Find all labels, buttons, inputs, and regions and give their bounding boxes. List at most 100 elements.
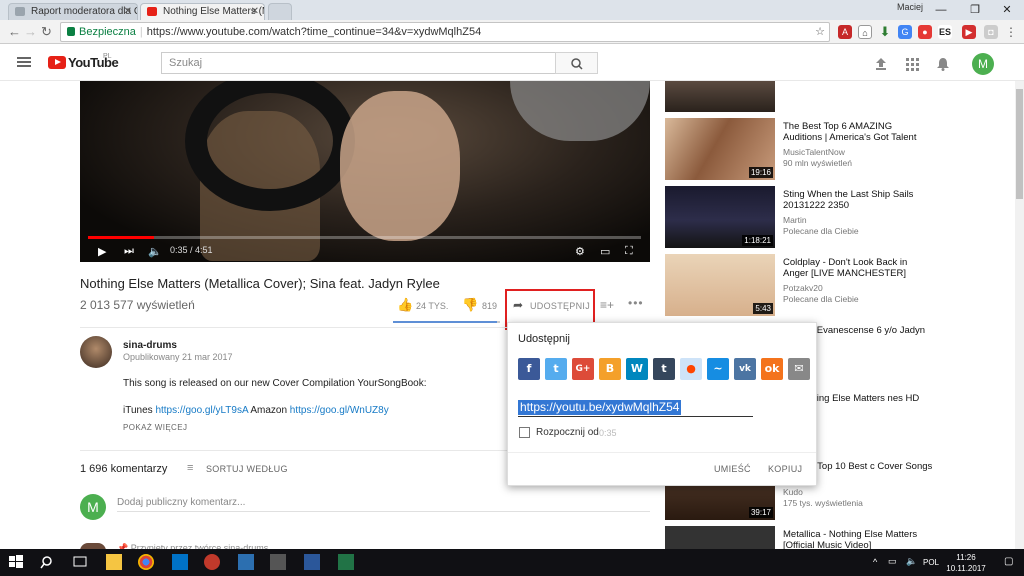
related-video-title[interactable]: Coldplay - Don't Look Back in Anger [LIV… (783, 257, 933, 279)
related-video-title[interactable]: The Best Top 6 AMAZING Auditions | Ameri… (783, 121, 933, 143)
app-icon[interactable] (270, 554, 286, 570)
bookmark-star-icon[interactable]: ☆ (815, 23, 825, 41)
minimize-button[interactable]: — (924, 0, 958, 20)
video-player[interactable]: ▶ ⏭ 🔈 0:35 / 4:51 ⚙ ▭ ⛶ (80, 81, 650, 262)
google-plus-share-icon[interactable]: G+ (572, 358, 594, 380)
extension-home-icon[interactable]: ⌂ (858, 25, 872, 39)
apps-grid-icon[interactable] (905, 57, 919, 71)
language-indicator[interactable]: POL (923, 558, 939, 567)
search-icon[interactable] (40, 554, 56, 570)
video-progress-bar[interactable] (88, 236, 641, 239)
new-tab-button[interactable] (268, 3, 292, 20)
scrollbar[interactable] (1015, 81, 1024, 549)
battery-icon[interactable]: ▭ (888, 556, 897, 567)
related-video-thumbnail[interactable]: 1:18:21 (665, 186, 775, 248)
scrollbar-thumb[interactable] (1016, 89, 1023, 199)
copy-button[interactable]: KOPIUJ (768, 464, 802, 474)
extension-recorder-icon[interactable]: ● (918, 25, 932, 39)
wordpress-share-icon[interactable]: W (626, 358, 648, 380)
chrome-icon[interactable] (138, 554, 154, 570)
related-video-title[interactable]: Sting When the Last Ship Sails 20131222 … (783, 189, 933, 211)
notifications-icon[interactable]: ▢ (1004, 556, 1013, 567)
outlook-icon[interactable] (172, 554, 188, 570)
twitter-share-icon[interactable]: t (545, 358, 567, 380)
extension-adblock-icon[interactable]: A (838, 25, 852, 39)
share-button[interactable]: UDOSTĘPNIJ (530, 301, 590, 311)
odnoklassniki-wave-share-icon[interactable]: ~ (707, 358, 729, 380)
tray-up-icon[interactable]: ^ (873, 557, 877, 567)
account-avatar[interactable]: M (972, 53, 994, 75)
file-explorer-icon[interactable] (106, 554, 122, 570)
email-share-icon[interactable]: ✉ (788, 358, 810, 380)
notifications-bell-icon[interactable] (936, 57, 950, 71)
hamburger-menu-icon[interactable] (17, 57, 31, 67)
related-video-thumbnail[interactable]: 5:43 (665, 254, 775, 316)
channel-name[interactable]: sina-drums (123, 340, 177, 351)
sort-by-button[interactable]: SORTUJ WEDŁUG (206, 464, 288, 474)
itunes-link[interactable]: https://goo.gl/yLT9sA (155, 405, 248, 416)
comment-input[interactable]: Dodaj publiczny komentarz... (117, 497, 245, 508)
play-icon[interactable]: ▶ (98, 245, 106, 258)
like-count[interactable]: 24 TYS. (416, 301, 448, 311)
excel-icon[interactable] (338, 554, 354, 570)
upload-icon[interactable] (874, 57, 888, 71)
embed-button[interactable]: UMIEŚĆ (714, 464, 751, 474)
app-icon[interactable] (204, 554, 220, 570)
tumblr-share-icon[interactable]: t (653, 358, 675, 380)
forward-icon[interactable]: → (24, 24, 37, 39)
facebook-share-icon[interactable]: f (518, 358, 540, 380)
start-at-time[interactable]: 0:35 (599, 428, 617, 438)
add-to-playlist-icon[interactable]: ≡+ (600, 298, 614, 312)
related-video-channel[interactable]: Martin (783, 215, 807, 225)
volume-icon[interactable]: 🔈 (148, 245, 162, 258)
close-icon[interactable]: ✕ (124, 4, 132, 19)
back-icon[interactable]: ← (8, 24, 21, 39)
url-text[interactable]: https://www.youtube.com/watch?time_conti… (147, 26, 481, 38)
window-close-button[interactable]: ✕ (990, 0, 1024, 20)
extension-download-icon[interactable]: ⬇ (878, 25, 892, 39)
settings-gear-icon[interactable]: ⚙ (575, 245, 585, 258)
like-icon[interactable]: 👍 (397, 297, 413, 313)
close-icon[interactable]: ✕ (251, 4, 259, 19)
vk-share-icon[interactable]: vk (734, 358, 756, 380)
task-view-icon[interactable] (72, 554, 88, 570)
reload-icon[interactable]: ↻ (41, 24, 52, 40)
related-video-thumbnail[interactable]: 19:16 (665, 118, 775, 180)
start-at-checkbox[interactable] (519, 427, 530, 438)
reddit-share-icon[interactable]: ● (680, 358, 702, 380)
app-icon[interactable] (238, 554, 254, 570)
related-video-channel[interactable]: MusicTalentNow (783, 147, 845, 157)
theater-mode-icon[interactable]: ▭ (600, 245, 610, 258)
extension-es-icon[interactable]: ES (938, 25, 952, 39)
volume-icon[interactable]: 🔈 (906, 556, 917, 567)
dislike-count[interactable]: 819 (482, 301, 497, 311)
related-video-channel[interactable]: Potzakv20 (783, 283, 823, 293)
share-link-field[interactable]: https://youtu.be/xydwMqlhZ54 (518, 400, 682, 415)
channel-avatar[interactable] (80, 336, 112, 368)
address-bar[interactable]: Bezpieczna | https://www.youtube.com/watch… (60, 22, 830, 42)
fullscreen-icon[interactable]: ⛶ (625, 245, 633, 258)
extension-camera-icon[interactable]: ◘ (984, 25, 998, 39)
next-icon[interactable]: ⏭ (124, 245, 134, 258)
word-icon[interactable] (304, 554, 320, 570)
more-actions-icon[interactable]: ••• (628, 296, 644, 310)
youtube-logo-icon[interactable] (48, 56, 66, 69)
amazon-link[interactable]: https://goo.gl/WnUZ8y (290, 405, 389, 416)
dislike-icon[interactable]: 👎 (462, 297, 478, 313)
search-button[interactable] (555, 52, 598, 74)
system-clock[interactable]: 11:26 10.11.2017 (944, 552, 988, 574)
related-video-title[interactable]: Metallica - Nothing Else Matters [Offici… (783, 529, 933, 551)
menu-icon[interactable]: ⋮ (1004, 25, 1018, 39)
odnoklassniki-share-icon[interactable]: ok (761, 358, 783, 380)
blogger-share-icon[interactable]: B (599, 358, 621, 380)
maximize-button[interactable]: ❐ (958, 0, 992, 20)
search-input[interactable]: Szukaj (161, 52, 556, 74)
related-video-channel[interactable]: Kudo (783, 487, 803, 497)
share-arrow-icon[interactable]: ➦ (513, 298, 523, 312)
tab-moderator-report[interactable]: Raport moderatora dla C ✕ (8, 3, 138, 20)
profile-name[interactable]: Maciej (897, 2, 923, 12)
start-at-label[interactable]: Rozpocznij od (536, 427, 599, 438)
related-video-thumbnail[interactable] (665, 526, 775, 549)
windows-start-icon[interactable] (8, 554, 24, 570)
sort-icon[interactable]: ≡ (187, 462, 193, 474)
